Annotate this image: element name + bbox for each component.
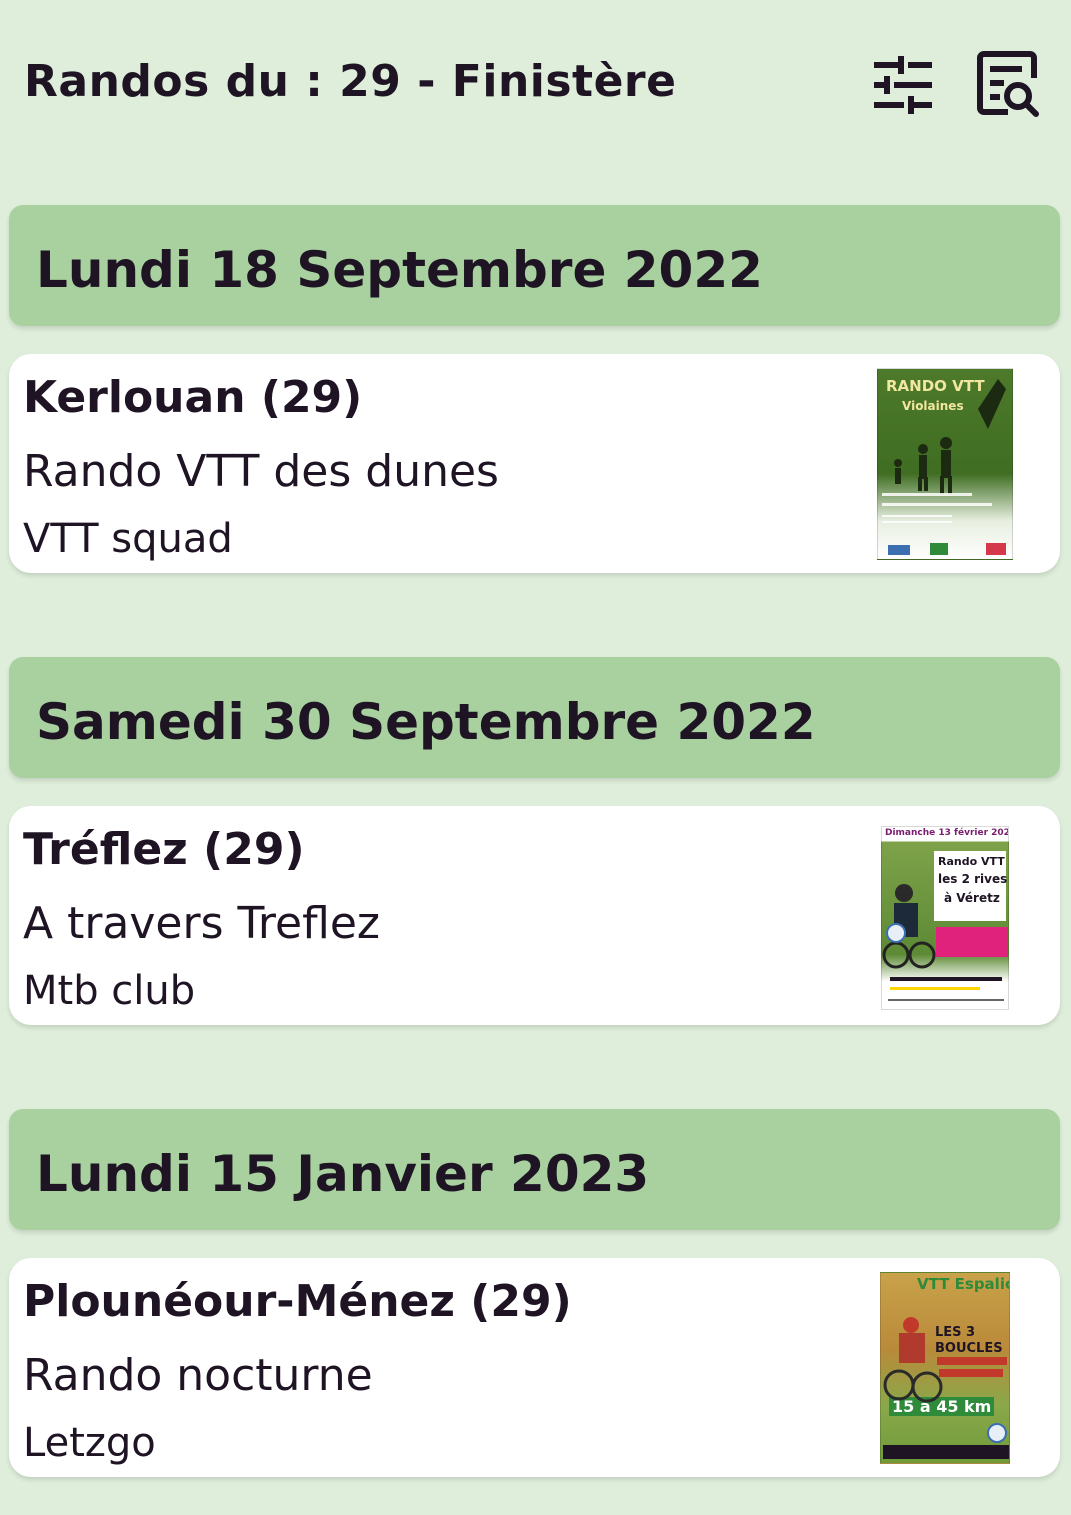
- tune-icon: [874, 56, 932, 114]
- svg-text:Rando VTT: Rando VTT: [938, 855, 1005, 868]
- hikers-silhouette: [882, 379, 1006, 555]
- event-club: Letzgo: [23, 1420, 156, 1466]
- event-name: Rando nocturne: [23, 1350, 373, 1401]
- svg-text:les 2 rives: les 2 rives: [938, 872, 1007, 886]
- event-town: Kerlouan (29): [23, 372, 363, 423]
- date-header: Samedi 30 Septembre 2022: [9, 657, 1060, 778]
- event-card[interactable]: Tréflez (29) A travers Treflez Mtb club …: [9, 806, 1060, 1025]
- date-label: Lundi 18 Septembre 2022: [36, 241, 763, 299]
- svg-text:à Véretz: à Véretz: [944, 891, 1000, 905]
- search-button[interactable]: [974, 50, 1044, 120]
- event-town: Plounéour-Ménez (29): [23, 1276, 572, 1327]
- event-name: A travers Treflez: [23, 898, 380, 949]
- date-label: Lundi 15 Janvier 2023: [36, 1145, 650, 1203]
- top-bar: Randos du : 29 - Finistère: [0, 0, 1071, 170]
- event-poster-image[interactable]: VTT Espalion LES 3 BOUCLES 15 à 45 km: [880, 1272, 1010, 1464]
- date-label: Samedi 30 Septembre 2022: [36, 693, 816, 751]
- event-club: VTT squad: [23, 516, 233, 562]
- event-name: Rando VTT des dunes: [23, 446, 499, 497]
- event-town: Tréflez (29): [23, 824, 305, 875]
- date-header: Lundi 18 Septembre 2022: [9, 205, 1060, 326]
- rider-photo: Rando VTT les 2 rives à Véretz: [882, 851, 1008, 1001]
- filter-button[interactable]: [868, 50, 938, 120]
- date-header: Lundi 15 Janvier 2023: [9, 1109, 1060, 1230]
- event-club: Mtb club: [23, 968, 196, 1014]
- event-card[interactable]: Plounéour-Ménez (29) Rando nocturne Letz…: [9, 1258, 1060, 1477]
- event-poster-image[interactable]: Dimanche 13 février 2022 Rando VTT les 2…: [881, 826, 1009, 1010]
- event-poster-image[interactable]: RANDO VTT Violaines: [877, 368, 1013, 560]
- rider-photo: [883, 1317, 1009, 1459]
- search-document-icon: [977, 51, 1039, 117]
- page-title: Randos du : 29 - Finistère: [24, 56, 677, 107]
- event-card[interactable]: Kerlouan (29) Rando VTT des dunes VTT sq…: [9, 354, 1060, 573]
